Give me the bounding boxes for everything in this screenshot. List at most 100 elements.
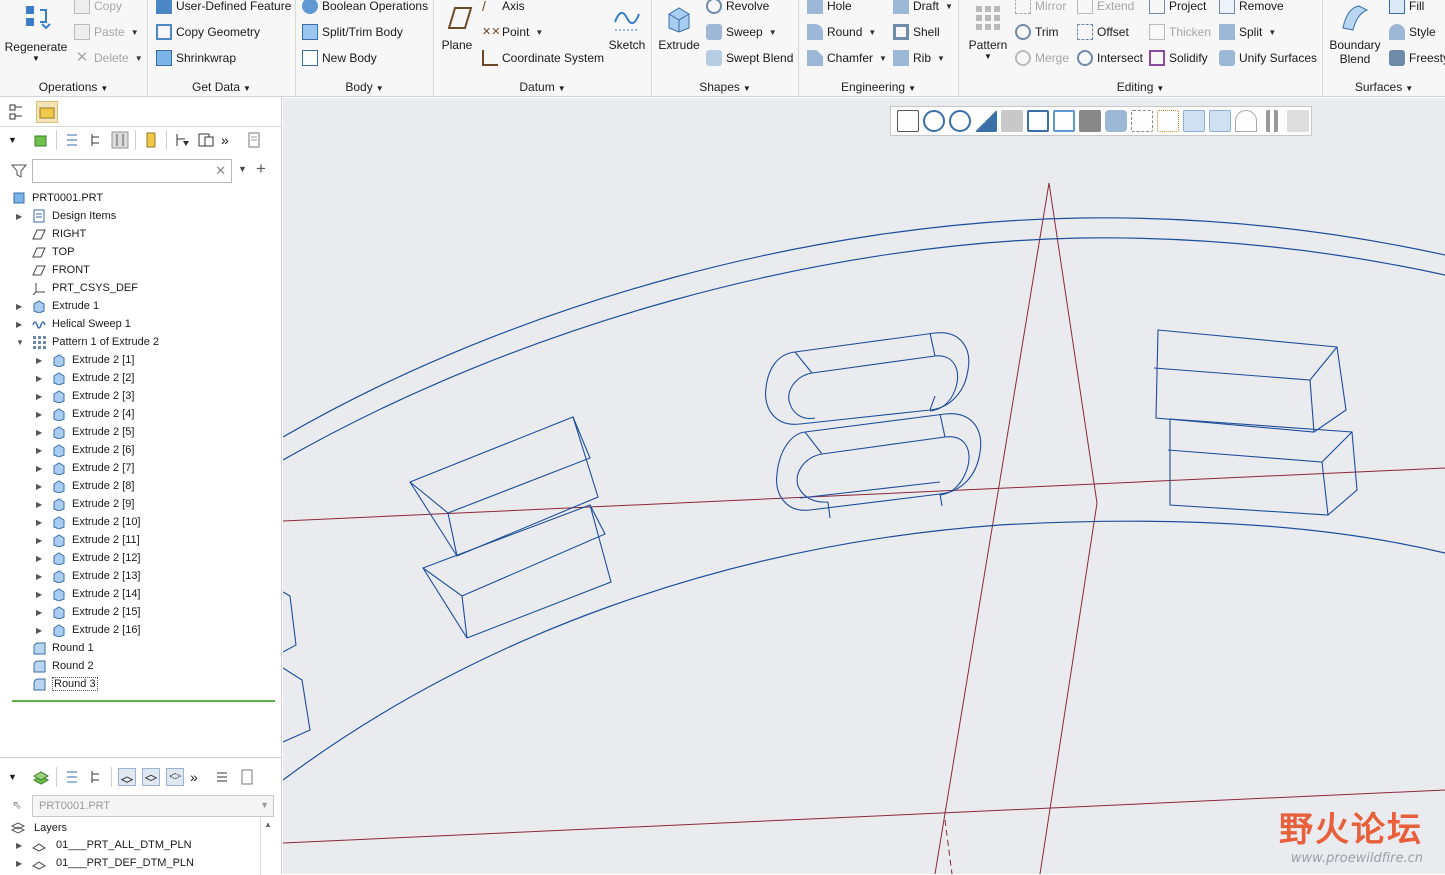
expand-icon[interactable]: ▶: [36, 464, 46, 473]
show-dropdown-icon[interactable]: ▼: [8, 131, 26, 149]
round-button[interactable]: Round ▼: [807, 22, 876, 42]
report-icon[interactable]: [238, 768, 256, 786]
layer-isolate-icon[interactable]: [166, 768, 184, 786]
search-dropdown-icon[interactable]: ▼: [238, 164, 247, 174]
expand-icon[interactable]: ▶: [36, 428, 46, 437]
tree-item[interactable]: ▶ Extrude 2 [7]: [0, 459, 282, 477]
pattern-box[interactable]: [1167, 418, 1358, 516]
regenerate-button[interactable]: Regenerate ▼: [4, 4, 68, 63]
paste-dropdown-icon[interactable]: ▼: [131, 28, 139, 37]
refit-icon[interactable]: [897, 110, 919, 132]
group-title-datum[interactable]: Datum ▼: [434, 80, 651, 94]
split-button[interactable]: Split ▼: [1219, 22, 1276, 42]
tree-item[interactable]: Round 3: [0, 675, 282, 693]
tree-item[interactable]: ▶ Extrude 2 [11]: [0, 531, 282, 549]
reorient-icon[interactable]: [1001, 110, 1023, 132]
tree-item[interactable]: ▶ Extrude 2 [2]: [0, 369, 282, 387]
chamfer-button[interactable]: Chamfer ▼: [807, 48, 887, 68]
expand-icon[interactable]: ▶: [16, 212, 26, 221]
point-button[interactable]: ✕✕ Point ▼: [482, 22, 543, 42]
coordinate-system-button[interactable]: Coordinate System: [482, 48, 604, 68]
delete-dropdown-icon[interactable]: ▼: [135, 54, 143, 63]
pattern-box[interactable]: [283, 591, 311, 743]
layer-dropdown-icon[interactable]: ▼: [8, 768, 26, 786]
user-defined-feature-button[interactable]: User-Defined Feature: [156, 0, 291, 16]
tree-item[interactable]: RIGHT: [0, 225, 282, 243]
appearance-icon[interactable]: [1235, 110, 1257, 132]
new-body-button[interactable]: New Body: [302, 48, 377, 68]
delete-button[interactable]: ✕ Delete ▼: [74, 48, 143, 68]
draft-dropdown-icon[interactable]: ▼: [945, 2, 953, 11]
display-style-icon[interactable]: [1105, 110, 1127, 132]
collapse-icon[interactable]: ▼: [16, 338, 26, 347]
report-icon[interactable]: [245, 131, 263, 149]
tree-root[interactable]: PRT0001.PRT: [0, 189, 282, 207]
fill-button[interactable]: Fill: [1389, 0, 1424, 16]
tree-item[interactable]: ▶ Extrude 2 [15]: [0, 603, 282, 621]
group-title-operations[interactable]: Operations ▼: [0, 80, 147, 94]
add-filter-icon[interactable]: +: [256, 159, 266, 179]
rounded-slot[interactable]: [765, 332, 970, 425]
merge-button[interactable]: Merge: [1015, 48, 1069, 68]
tree-item[interactable]: ▶ Extrude 2 [13]: [0, 567, 282, 585]
folder-browser-tab[interactable]: [36, 101, 58, 123]
tree-item[interactable]: ▶ Extrude 2 [4]: [0, 405, 282, 423]
expand-icon[interactable]: ▶: [36, 518, 46, 527]
copy-geometry-button[interactable]: Copy Geometry: [156, 22, 260, 42]
boundary-blend-button[interactable]: Boundary Blend: [1327, 2, 1383, 66]
saved-views-icon[interactable]: [1027, 110, 1049, 132]
expand-icon[interactable]: ▶: [36, 590, 46, 599]
rib-button[interactable]: Rib ▼: [893, 48, 945, 68]
rib-dropdown-icon[interactable]: ▼: [937, 54, 945, 63]
graphics-viewport[interactable]: 野火论坛 www.proewildfire.cn: [283, 98, 1445, 874]
plane-button[interactable]: Plane: [438, 2, 476, 52]
chamfer-dropdown-icon[interactable]: ▼: [879, 54, 887, 63]
sketch-button[interactable]: Sketch: [606, 2, 648, 52]
layer-hide-icon[interactable]: [142, 768, 160, 786]
chevron-down-icon[interactable]: ▼: [260, 800, 269, 810]
shell-button[interactable]: Shell: [893, 22, 940, 42]
tree-item[interactable]: ▶ Extrude 2 [6]: [0, 441, 282, 459]
model-tree-tab[interactable]: [6, 101, 28, 123]
trim-button[interactable]: Trim: [1015, 22, 1059, 42]
group-title-get-data[interactable]: Get Data ▼: [148, 80, 295, 94]
tree-item[interactable]: ▶ Extrude 2 [5]: [0, 423, 282, 441]
clear-icon[interactable]: ✕: [215, 163, 226, 179]
expand-icon[interactable]: ▶: [36, 374, 46, 383]
expand-icon[interactable]: ▶: [36, 356, 46, 365]
rounded-slot[interactable]: [776, 413, 982, 519]
repaint-icon[interactable]: [975, 110, 997, 132]
intersect-button[interactable]: Intersect: [1077, 48, 1143, 68]
pattern-box[interactable]: [1153, 329, 1347, 433]
expand-icon[interactable]: ▶: [36, 446, 46, 455]
view-manager-icon[interactable]: [1053, 110, 1075, 132]
list-view-icon[interactable]: [63, 131, 81, 149]
remove-button[interactable]: Remove: [1219, 0, 1284, 16]
regenerate-dropdown-icon[interactable]: ▼: [4, 54, 68, 63]
hole-button[interactable]: Hole: [807, 0, 852, 16]
expand-icon[interactable]: ▶: [36, 572, 46, 581]
tree-item[interactable]: ▶ Extrude 2 [3]: [0, 387, 282, 405]
layer-show-icon[interactable]: [118, 768, 136, 786]
sweep-dropdown-icon[interactable]: ▼: [769, 28, 777, 37]
layer-item[interactable]: ▶ 01___PRT_ALL_DTM_PLN: [0, 836, 262, 854]
pattern-dropdown-icon[interactable]: ▼: [965, 52, 1011, 61]
draft-button[interactable]: Draft ▼: [893, 0, 953, 16]
split-trim-body-button[interactable]: Split/Trim Body: [302, 22, 403, 42]
active-model-field[interactable]: PRT0001.PRT ▼: [32, 795, 274, 817]
perspective-icon[interactable]: [1079, 110, 1101, 132]
inner-ring-edge[interactable]: [283, 520, 1445, 781]
paste-button[interactable]: Paste ▼: [74, 22, 139, 42]
more-icon[interactable]: »: [221, 131, 239, 149]
expand-icon[interactable]: ▶: [16, 841, 26, 850]
datum-plane-line[interactable]: [283, 789, 1445, 844]
filter-tree-icon[interactable]: [173, 131, 191, 149]
datum-plane-line[interactable]: [283, 467, 1445, 522]
pattern-box[interactable]: [409, 416, 599, 557]
body-icon[interactable]: [32, 131, 50, 149]
round-dropdown-icon[interactable]: ▼: [868, 28, 876, 37]
tree-view-icon[interactable]: [87, 768, 105, 786]
tree-item[interactable]: ▶ Extrude 2 [16]: [0, 621, 282, 639]
expand-icon[interactable]: ▶: [36, 500, 46, 509]
tree-item[interactable]: ▶ Extrude 2 [1]: [0, 351, 282, 369]
